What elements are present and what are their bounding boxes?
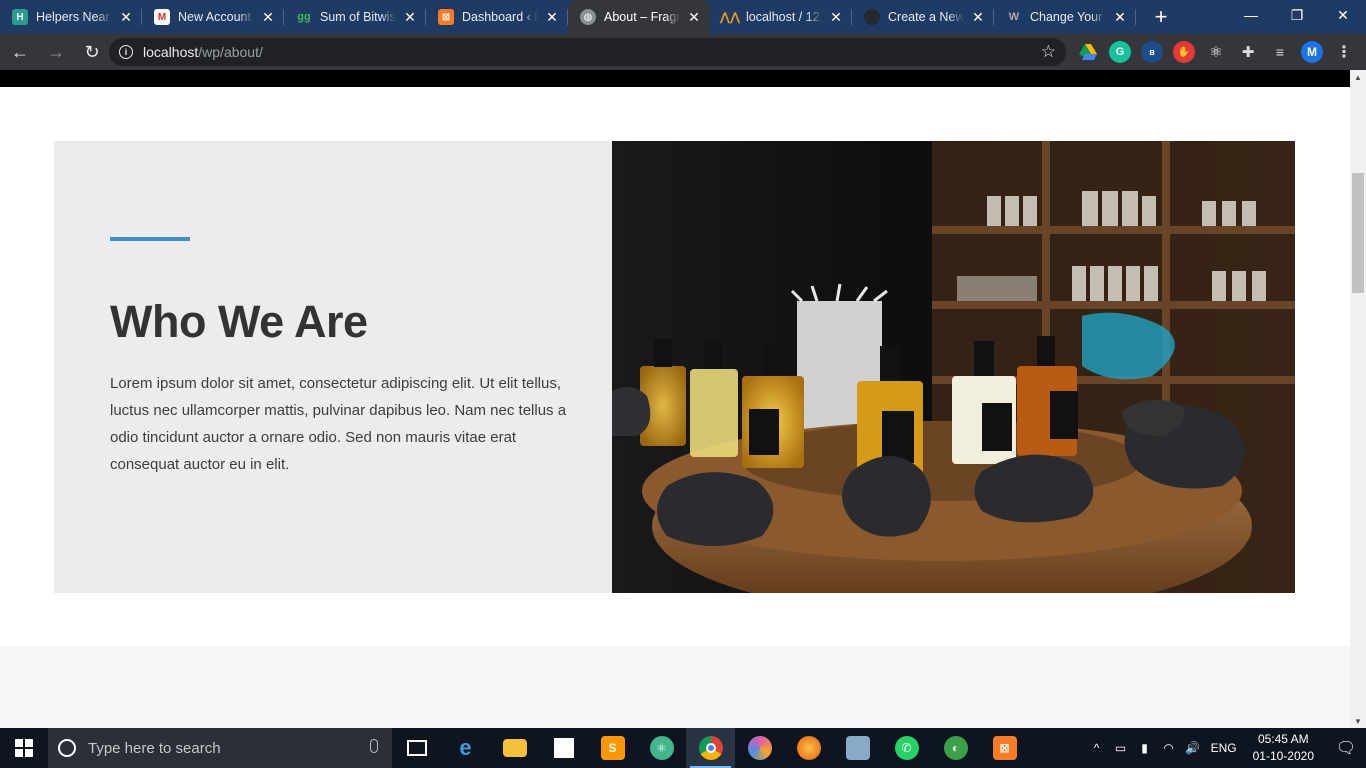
xampp-icon[interactable]: ⊠ bbox=[980, 728, 1029, 768]
close-tab-icon[interactable]: ✕ bbox=[686, 9, 702, 25]
who-we-are-section: Who We Are Lorem ipsum dolor sit amet, c… bbox=[54, 141, 1295, 593]
microphone-icon[interactable] bbox=[370, 739, 378, 753]
tab-title: Sum of Bitwise AND bbox=[320, 10, 396, 24]
tab-dashboard[interactable]: ⊠ Dashboard ‹ Bella ✕ bbox=[426, 0, 568, 34]
close-tab-icon[interactable]: ✕ bbox=[970, 9, 986, 25]
close-tab-icon[interactable]: ✕ bbox=[118, 9, 134, 25]
vpn-globe-icon[interactable]: ◐ bbox=[931, 728, 980, 768]
website-favicon-icon: W bbox=[1008, 11, 1020, 23]
extension-atom-icon[interactable]: ⚛ bbox=[1205, 41, 1227, 63]
gmail-favicon-icon: M bbox=[154, 9, 170, 25]
scrollbar-thumb[interactable] bbox=[1352, 173, 1364, 293]
tab-title: Dashboard ‹ Bella bbox=[462, 10, 538, 24]
tab-about-active[interactable]: ◍ About – Fragrance ✕ bbox=[568, 0, 710, 34]
about-text-panel: Who We Are Lorem ipsum dolor sit amet, c… bbox=[54, 141, 612, 593]
close-tab-icon[interactable]: ✕ bbox=[402, 9, 418, 25]
edge-icon[interactable]: e bbox=[441, 728, 490, 768]
url-path: /wp/about/ bbox=[198, 44, 263, 60]
profile-avatar[interactable]: M bbox=[1301, 41, 1323, 63]
show-hidden-icons-icon[interactable]: ^ bbox=[1085, 741, 1109, 755]
clock-date: 01-10-2020 bbox=[1252, 749, 1314, 763]
media-queue-icon[interactable]: ≡ bbox=[1269, 41, 1291, 63]
close-tab-icon[interactable]: ✕ bbox=[1112, 9, 1128, 25]
network-adapter-icon[interactable]: ▭ bbox=[1109, 741, 1133, 755]
window-controls: — ❐ ✕ bbox=[1228, 0, 1366, 30]
forward-icon[interactable]: → bbox=[40, 36, 72, 68]
helpers-favicon-icon: H bbox=[12, 9, 28, 25]
wifi-icon[interactable]: ◠ bbox=[1157, 741, 1181, 755]
scroll-up-icon[interactable]: ▲ bbox=[1350, 70, 1366, 84]
extension-blue-icon[interactable]: в bbox=[1141, 41, 1163, 63]
restore-icon[interactable]: ❐ bbox=[1274, 0, 1320, 30]
page-scrollbar[interactable]: ▲ ▼ bbox=[1350, 70, 1366, 728]
site-header-bar bbox=[0, 70, 1350, 87]
github-favicon-icon bbox=[864, 9, 880, 25]
about-heading: Who We Are bbox=[110, 296, 368, 347]
browser-toolbar: ← → ↻ i localhost/wp/about/ ☆ G в ✋ ⚛ ✚ … bbox=[0, 34, 1366, 70]
page-viewport: Who We Are Lorem ipsum dolor sit amet, c… bbox=[0, 70, 1350, 728]
bookmark-star-icon[interactable]: ☆ bbox=[1041, 42, 1056, 62]
globe-favicon-icon: ◍ bbox=[580, 9, 596, 25]
site-info-icon[interactable]: i bbox=[119, 45, 133, 59]
geeksforgeeks-favicon-icon: gg bbox=[297, 11, 311, 23]
extension-red-icon[interactable]: ✋ bbox=[1173, 41, 1195, 63]
tab-title: New Account Details bbox=[178, 10, 254, 24]
tab-title: About – Fragrance bbox=[604, 10, 680, 24]
google-drive-icon[interactable] bbox=[1077, 41, 1099, 63]
search-placeholder: Type here to search bbox=[88, 739, 221, 757]
tab-title: Create a New Repository bbox=[888, 10, 964, 24]
chrome-menu-icon[interactable]: ⋮ bbox=[1333, 41, 1355, 63]
perfume-shop-photo bbox=[612, 141, 1295, 593]
tab-title: Change Your Website bbox=[1030, 10, 1106, 24]
tab-phpmyadmin[interactable]: ⋀⋀ localhost / 127.0.0.1 ✕ bbox=[710, 0, 852, 34]
browser-tab-strip: H Helpers Near Me ✕ M New Account Detail… bbox=[0, 0, 1366, 34]
battery-icon[interactable]: ▮ bbox=[1133, 741, 1157, 755]
close-tab-icon[interactable]: ✕ bbox=[260, 9, 276, 25]
task-view-icon[interactable] bbox=[392, 728, 441, 768]
atom-icon[interactable]: ⚛ bbox=[637, 728, 686, 768]
volume-icon[interactable]: 🔊 bbox=[1181, 741, 1205, 755]
taskbar-search-box[interactable]: Type here to search bbox=[48, 728, 392, 768]
close-window-icon[interactable]: ✕ bbox=[1320, 0, 1366, 30]
sticky-notes-icon[interactable] bbox=[539, 728, 588, 768]
new-tab-button[interactable]: + bbox=[1144, 0, 1178, 34]
windows-taskbar: Type here to search e S ⚛ ✆ ◐ ⊠ ^ ▭ ▮ ◠ … bbox=[0, 728, 1366, 768]
heading-accent-line bbox=[110, 237, 190, 241]
whatsapp-icon[interactable]: ✆ bbox=[882, 728, 931, 768]
about-paragraph: Lorem ipsum dolor sit amet, consectetur … bbox=[110, 375, 567, 473]
file-explorer-icon[interactable] bbox=[490, 728, 539, 768]
tab-title: Helpers Near Me bbox=[36, 10, 112, 24]
system-tray: ^ ▭ ▮ ◠ 🔊 ENG 05:45 AM 01-10-2020 🗨 bbox=[1085, 728, 1366, 768]
notifications-icon[interactable]: 🗨 bbox=[1326, 738, 1366, 758]
photos-app-icon[interactable] bbox=[833, 728, 882, 768]
tab-helpers[interactable]: H Helpers Near Me ✕ bbox=[0, 0, 142, 34]
close-tab-icon[interactable]: ✕ bbox=[828, 9, 844, 25]
chrome-canary-icon[interactable] bbox=[735, 728, 784, 768]
close-tab-icon[interactable]: ✕ bbox=[544, 9, 560, 25]
url-host: localhost bbox=[143, 44, 199, 60]
tab-github[interactable]: Create a New Repository ✕ bbox=[852, 0, 994, 34]
chrome-icon[interactable] bbox=[686, 728, 735, 768]
reload-icon[interactable]: ↻ bbox=[76, 36, 108, 68]
tab-title: localhost / 127.0.0.1 bbox=[746, 10, 822, 24]
sublime-text-icon[interactable]: S bbox=[588, 728, 637, 768]
grammarly-icon[interactable]: G bbox=[1109, 41, 1131, 63]
tab-change-website[interactable]: W Change Your Website ✕ bbox=[994, 0, 1136, 34]
minimize-icon[interactable]: — bbox=[1228, 0, 1274, 30]
address-bar[interactable]: i localhost/wp/about/ ☆ bbox=[109, 38, 1066, 66]
extensions-puzzle-icon[interactable]: ✚ bbox=[1237, 41, 1259, 63]
back-icon[interactable]: ← bbox=[4, 36, 36, 68]
phpmyadmin-favicon-icon: ⋀⋀ bbox=[719, 10, 741, 24]
scroll-down-icon[interactable]: ▼ bbox=[1350, 714, 1366, 728]
xampp-favicon-icon: ⊠ bbox=[438, 9, 454, 25]
taskbar-clock[interactable]: 05:45 AM 01-10-2020 bbox=[1253, 731, 1314, 765]
cortana-icon bbox=[58, 739, 76, 757]
clock-time: 05:45 AM bbox=[1257, 732, 1309, 746]
windows-start-icon[interactable] bbox=[0, 728, 48, 768]
firefox-icon[interactable] bbox=[784, 728, 833, 768]
tab-geeksforgeeks[interactable]: gg Sum of Bitwise AND ✕ bbox=[284, 0, 426, 34]
next-section-background bbox=[0, 646, 1350, 728]
input-language[interactable]: ENG bbox=[1211, 741, 1237, 755]
tab-gmail[interactable]: M New Account Details ✕ bbox=[142, 0, 284, 34]
